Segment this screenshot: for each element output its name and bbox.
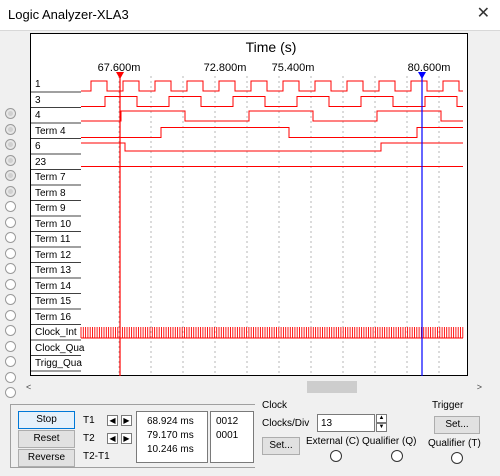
channel-toggle-radio[interactable] bbox=[5, 216, 16, 228]
trigger-set-button[interactable]: Set... bbox=[434, 416, 480, 434]
channel-label: 23 bbox=[35, 156, 47, 168]
t1-time-value: 68.924 ms bbox=[147, 416, 194, 427]
waveform-trace bbox=[81, 110, 463, 122]
scroll-thumb[interactable] bbox=[307, 381, 357, 393]
time-axis-title: Time (s) bbox=[246, 39, 297, 55]
clock-panel: Clock Clocks/Div 13 ▲ ▼ Set... External … bbox=[255, 394, 423, 468]
channel-label: 4 bbox=[35, 110, 41, 121]
trigger-qualifier-radio[interactable] bbox=[451, 452, 463, 464]
channel-toggle-radio[interactable] bbox=[5, 154, 16, 166]
external-clock-radio[interactable] bbox=[330, 450, 342, 462]
close-icon[interactable]: ✕ bbox=[477, 3, 490, 23]
clocks-div-label: Clocks/Div bbox=[262, 418, 310, 429]
channel-label: Clock_Qua bbox=[35, 342, 85, 354]
channel-toggle-radio[interactable] bbox=[5, 263, 16, 274]
clock-set-button[interactable]: Set... bbox=[262, 437, 300, 455]
channel-label: 3 bbox=[35, 94, 41, 106]
clocks-div-input[interactable]: 13 bbox=[317, 414, 375, 432]
channel-toggle-radio[interactable] bbox=[5, 108, 16, 119]
channel-label: Term 9 bbox=[35, 203, 66, 214]
channel-label: 1 bbox=[35, 79, 41, 90]
clocks-div-value: 13 bbox=[321, 418, 333, 429]
channel-toggle-radio[interactable] bbox=[5, 185, 16, 197]
channel-toggle-radio[interactable] bbox=[5, 340, 16, 352]
t2-time-value: 79.170 ms bbox=[147, 430, 194, 441]
clock-qualifier-radio[interactable] bbox=[391, 450, 403, 462]
trigger-qualifier-label: Qualifier (T) bbox=[428, 438, 481, 449]
channel-label: Term 15 bbox=[35, 296, 72, 307]
time-tick-label: 72.800m bbox=[204, 62, 247, 74]
channel-label: Term 4 bbox=[35, 125, 66, 137]
waveform-trace bbox=[81, 96, 463, 107]
spin-down-icon[interactable]: ▼ bbox=[376, 423, 387, 432]
time-tick-label: 75.400m bbox=[272, 62, 315, 74]
channel-toggle-radio[interactable] bbox=[5, 139, 16, 150]
channel-label: Term 14 bbox=[35, 280, 72, 292]
reverse-button[interactable]: Reverse bbox=[18, 449, 75, 467]
channel-label: Term 12 bbox=[35, 249, 72, 261]
t1-cursor-marker-icon bbox=[116, 72, 124, 79]
channel-toggle-radio[interactable] bbox=[5, 371, 16, 383]
cursor-panel: Stop Reset Reverse T1 ◀ ▶ T2 ◀ ▶ T2-T1 6… bbox=[10, 404, 262, 468]
channel-toggle-radio[interactable] bbox=[5, 201, 16, 212]
channel-label: 6 bbox=[35, 141, 41, 152]
channel-label: Term 11 bbox=[35, 234, 71, 245]
channel-toggle-radio[interactable] bbox=[5, 356, 16, 367]
hex-readout-box: 0012 0001 bbox=[210, 411, 254, 463]
channel-label: Trigg_Qua bbox=[35, 358, 82, 369]
waveform-canvas: Time (s)67.600m 72.800m 75.400m 80.600m bbox=[31, 39, 464, 376]
channel-label: Clock_Int bbox=[35, 327, 77, 338]
t1-label: T1 bbox=[83, 415, 95, 426]
t1-left-arrow-icon[interactable]: ◀ bbox=[107, 415, 118, 426]
channel-toggle-radio[interactable] bbox=[5, 278, 16, 290]
channel-toggle-radio[interactable] bbox=[5, 123, 16, 135]
trigger-title: Trigger bbox=[432, 400, 464, 411]
channel-label: Term 7 bbox=[35, 172, 66, 183]
t2-t1-label: T2-T1 bbox=[83, 451, 110, 462]
trigger-panel: Trigger Set... Qualifier (T) bbox=[424, 394, 494, 468]
reset-button[interactable]: Reset bbox=[18, 430, 75, 448]
t2-label: T2 bbox=[83, 433, 95, 444]
channel-toggle-radio[interactable] bbox=[5, 170, 16, 181]
channel-toggle-radio[interactable] bbox=[5, 325, 16, 336]
channel-label: Term 8 bbox=[35, 187, 66, 199]
channel-toggle-radio[interactable] bbox=[5, 294, 16, 305]
t2-left-arrow-icon[interactable]: ◀ bbox=[107, 433, 118, 444]
horizontal-scrollbar[interactable]: < > bbox=[24, 380, 484, 394]
waveform-trace bbox=[81, 142, 463, 152]
waveform-trace bbox=[81, 80, 463, 92]
t2-t1-time-value: 10.246 ms bbox=[147, 444, 194, 455]
t2-cursor-marker-icon bbox=[418, 72, 426, 79]
t1-right-arrow-icon[interactable]: ▶ bbox=[121, 415, 132, 426]
stop-button[interactable]: Stop bbox=[18, 411, 75, 429]
window-title: Logic Analyzer-XLA3 bbox=[8, 7, 129, 22]
channel-toggle-radio[interactable] bbox=[5, 387, 16, 398]
waveform-trace bbox=[81, 127, 463, 138]
channel-toggle-radio[interactable] bbox=[5, 232, 16, 243]
channel-label: Term 13 bbox=[35, 265, 72, 276]
time-readout-box: 68.924 ms 79.170 ms 10.246 ms bbox=[136, 411, 208, 463]
scroll-right-icon[interactable]: > bbox=[477, 380, 482, 394]
title-bar: Logic Analyzer-XLA3 ✕ bbox=[0, 0, 500, 30]
spin-up-icon[interactable]: ▲ bbox=[376, 414, 387, 423]
external-clock-label: External (C) bbox=[306, 436, 360, 447]
clock-qualifier-label: Qualifier (Q) bbox=[362, 436, 417, 447]
waveform-plot[interactable]: Time (s) 67.600m 72.800m 75.400m 80.600m 134… bbox=[30, 33, 468, 376]
t2-hex-value: 0001 bbox=[216, 430, 239, 441]
t2-right-arrow-icon[interactable]: ▶ bbox=[121, 433, 132, 444]
time-tick-label: 80.600m bbox=[408, 62, 451, 74]
t1-hex-value: 0012 bbox=[216, 416, 239, 427]
channel-toggle-radio[interactable] bbox=[5, 247, 16, 259]
channel-label: Term 10 bbox=[35, 218, 72, 230]
scroll-left-icon[interactable]: < bbox=[26, 380, 31, 394]
clock-title: Clock bbox=[262, 400, 288, 411]
channel-label: Term 16 bbox=[35, 311, 72, 323]
channel-toggle-radio[interactable] bbox=[5, 309, 16, 321]
